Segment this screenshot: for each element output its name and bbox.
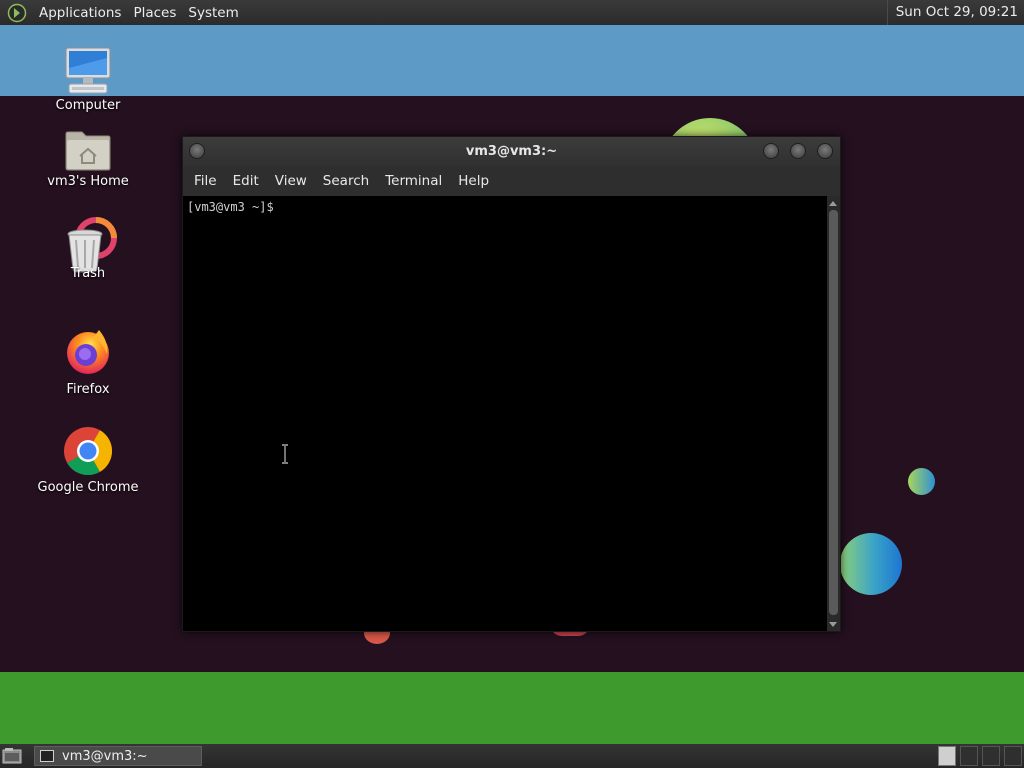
wallpaper-bubble bbox=[840, 533, 902, 595]
home-folder-icon bbox=[65, 131, 111, 171]
applications-menu[interactable]: Applications bbox=[33, 5, 127, 21]
places-menu[interactable]: Places bbox=[127, 5, 182, 21]
chrome-icon bbox=[64, 427, 112, 476]
desktop-icon-label: vm3's Home bbox=[47, 174, 129, 189]
terminal-menubar: File Edit View Search Terminal Help bbox=[183, 167, 840, 196]
menu-terminal[interactable]: Terminal bbox=[377, 167, 450, 196]
computer-icon bbox=[65, 47, 111, 94]
desktop-icon-home[interactable]: vm3's Home bbox=[28, 128, 148, 189]
maximize-button[interactable] bbox=[790, 143, 806, 159]
desktop-icon-label: Computer bbox=[55, 98, 121, 113]
workspace-3[interactable] bbox=[982, 746, 1000, 766]
scroll-up-arrow-icon[interactable] bbox=[829, 201, 837, 206]
trash-icon bbox=[67, 217, 117, 273]
shell-prompt: [vm3@vm3 ~]$ bbox=[187, 200, 274, 214]
menu-file[interactable]: File bbox=[186, 167, 225, 196]
system-menu[interactable]: System bbox=[182, 5, 244, 21]
wallpaper-sky bbox=[0, 25, 1024, 96]
text-cursor-icon bbox=[282, 444, 288, 464]
desktop-icon-chrome[interactable]: Google Chrome bbox=[28, 426, 148, 495]
desktop-icon-label: Google Chrome bbox=[37, 480, 139, 495]
desktop-icon-trash[interactable]: Trash bbox=[28, 214, 148, 281]
wallpaper-bubble bbox=[908, 468, 935, 495]
gnome-foot-icon[interactable] bbox=[7, 3, 27, 23]
taskbar-terminal-button[interactable]: vm3@vm3:~ bbox=[34, 746, 202, 766]
terminal-icon bbox=[40, 750, 54, 762]
desktop-icon-firefox[interactable]: Firefox bbox=[28, 326, 148, 397]
window-titlebar[interactable]: vm3@vm3:~ bbox=[183, 137, 840, 167]
show-desktop-icon[interactable] bbox=[2, 747, 22, 765]
firefox-icon bbox=[67, 330, 109, 374]
terminal-window: vm3@vm3:~ File Edit View Search Terminal… bbox=[182, 136, 841, 632]
menu-help[interactable]: Help bbox=[450, 167, 497, 196]
desktop-icon-computer[interactable]: Computer bbox=[28, 46, 148, 113]
scrollbar-thumb[interactable] bbox=[829, 210, 838, 615]
menu-view[interactable]: View bbox=[267, 167, 315, 196]
wallpaper-grass bbox=[0, 672, 1024, 744]
desktop-icon-label: Trash bbox=[70, 266, 106, 281]
terminal-scrollbar[interactable] bbox=[827, 196, 840, 631]
workspace-4[interactable] bbox=[1004, 746, 1022, 766]
desktop-icon-label: Firefox bbox=[66, 382, 110, 397]
top-panel: Applications Places System Sun Oct 29, 0… bbox=[0, 0, 1024, 25]
scroll-down-arrow-icon[interactable] bbox=[829, 622, 837, 627]
terminal-output[interactable]: [vm3@vm3 ~]$ bbox=[183, 196, 827, 631]
window-title: vm3@vm3:~ bbox=[465, 144, 558, 159]
workspace-1[interactable] bbox=[938, 746, 956, 766]
menu-search[interactable]: Search bbox=[315, 167, 377, 196]
workspace-2[interactable] bbox=[960, 746, 978, 766]
panel-clock[interactable]: Sun Oct 29, 09:21 bbox=[886, 0, 1018, 25]
close-button[interactable] bbox=[817, 143, 833, 159]
bottom-panel: vm3@vm3:~ bbox=[0, 744, 1024, 768]
minimize-button[interactable] bbox=[763, 143, 779, 159]
taskbar-button-label: vm3@vm3:~ bbox=[62, 748, 148, 764]
menu-edit[interactable]: Edit bbox=[225, 167, 267, 196]
